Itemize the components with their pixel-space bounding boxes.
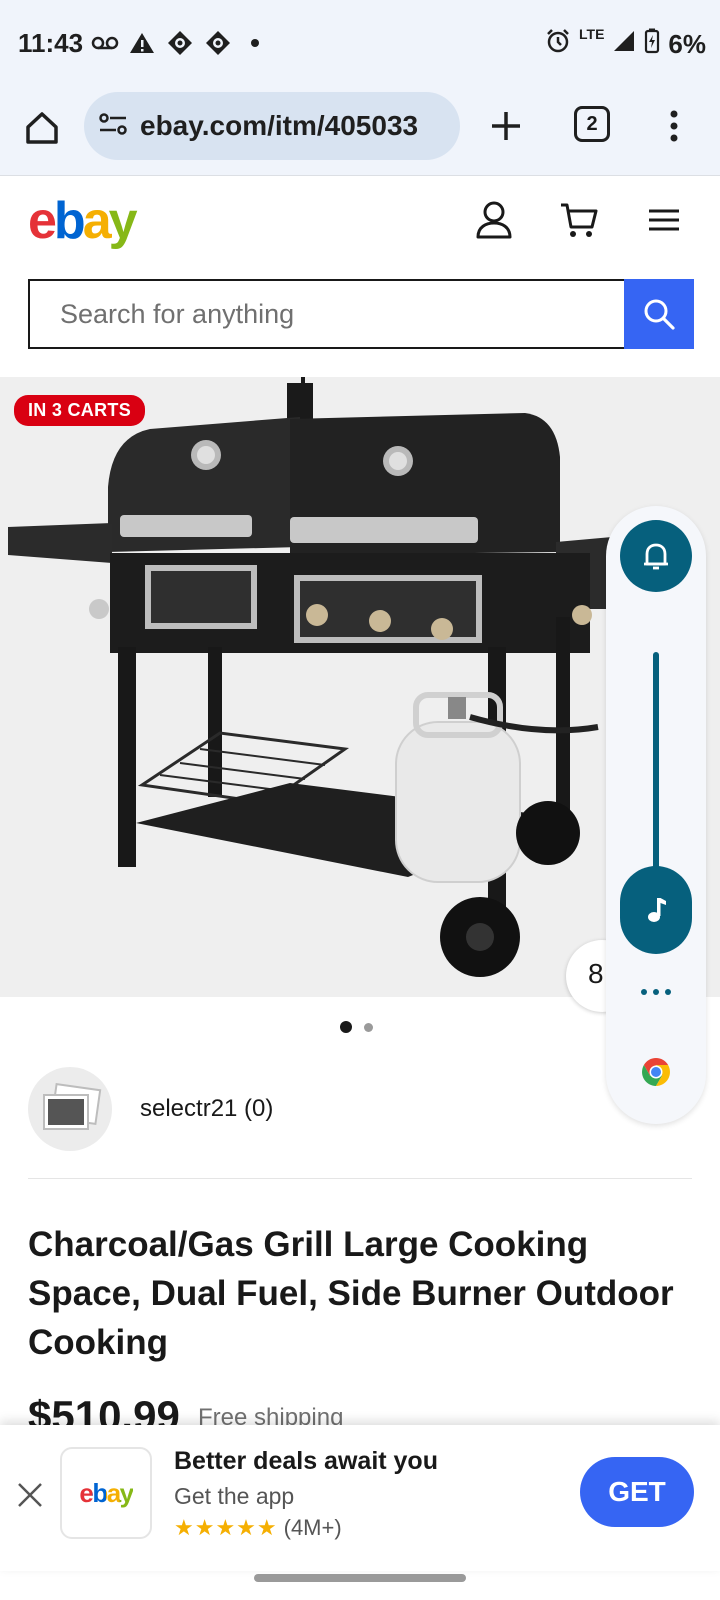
banner-subtitle: Get the app [174, 1483, 295, 1509]
product-title: Charcoal/Gas Grill Large Cooking Space, … [28, 1225, 674, 1362]
app-rating: ★★★★★ (4M+) [174, 1515, 342, 1541]
more-notifications-dot-icon [248, 28, 262, 58]
url-text[interactable]: ebay.com/itm/405033 [140, 110, 418, 142]
menu-button[interactable] [646, 199, 686, 241]
carousel-dot-active[interactable] [340, 1021, 352, 1033]
signal-icon [612, 29, 636, 60]
ring-mode-button[interactable] [620, 520, 692, 592]
dot [653, 989, 659, 995]
home-icon [26, 112, 58, 144]
cart-icon [561, 203, 598, 237]
hamburger-icon [649, 209, 679, 231]
seller-info[interactable]: selectr21 (0) [28, 1067, 692, 1151]
banner-title: Better deals await you [174, 1447, 438, 1475]
cart-button[interactable] [558, 199, 598, 241]
logo-letter: b [53, 192, 86, 250]
app-notification-icon [166, 28, 194, 58]
account-button[interactable] [474, 199, 514, 241]
alarm-icon [545, 28, 571, 61]
more-vert-icon [670, 110, 678, 142]
gesture-home-indicator[interactable] [254, 1574, 466, 1582]
search-bar [28, 279, 694, 349]
app-notification-icon [204, 28, 232, 58]
address-bar[interactable]: ebay.com/itm/405033 [84, 92, 460, 160]
ebay-logo[interactable]: ebay [28, 191, 138, 251]
in-carts-badge: IN 3 CARTS [14, 395, 146, 426]
screen: 11:43 LTE 6% ebay.com/itm/405033 2 ebay … [0, 0, 720, 1600]
site-settings-icon[interactable] [98, 111, 128, 142]
divider [28, 1178, 692, 1179]
new-tab-button[interactable] [486, 106, 526, 146]
image-counter-text: 8 [588, 958, 604, 989]
dot [665, 989, 671, 995]
music-note-icon [648, 898, 666, 922]
search-input[interactable] [28, 279, 624, 349]
carousel-dots [340, 1021, 373, 1033]
site-header: ebay [0, 177, 720, 269]
star-rating-icon: ★★★★★ [174, 1515, 278, 1540]
volume-more-button[interactable] [636, 982, 676, 1002]
app-install-banner: ebay Better deals await you Get the app … [0, 1425, 720, 1571]
tab-switcher-button[interactable]: 2 [574, 106, 610, 142]
logo-letter: y [108, 192, 138, 250]
image-placeholder-icon [43, 1083, 102, 1130]
media-volume-button[interactable] [620, 866, 692, 954]
logo-letter: a [82, 192, 112, 250]
voicemail-icon [90, 28, 120, 58]
browser-toolbar: ebay.com/itm/405033 2 [0, 84, 720, 176]
banner-close-button[interactable] [16, 1481, 44, 1509]
carousel-dot[interactable] [364, 1022, 373, 1032]
ebay-app-icon: ebay [60, 1447, 152, 1539]
dot [641, 989, 647, 995]
battery-icon [644, 28, 660, 61]
status-time: 11:43 [18, 28, 84, 58]
rating-count: (4M+) [283, 1515, 342, 1540]
seller-name[interactable]: selectr21 (0) [140, 1095, 273, 1123]
browser-menu-button[interactable] [664, 106, 684, 146]
close-icon [18, 1483, 42, 1507]
volume-slider[interactable] [653, 652, 659, 882]
network-type: LTE [579, 26, 605, 42]
battery-percent: 6% [668, 29, 706, 59]
seller-avatar[interactable] [28, 1067, 112, 1151]
home-button[interactable] [22, 108, 62, 148]
plus-icon [492, 112, 520, 140]
search-button[interactable] [624, 279, 694, 349]
status-right: LTE 6% [545, 26, 706, 61]
warning-icon [128, 28, 156, 58]
bell-icon [644, 543, 668, 570]
status-bar: 11:43 LTE 6% [0, 0, 720, 84]
volume-panel [606, 506, 706, 1124]
search-icon [644, 299, 675, 330]
user-icon [476, 201, 512, 239]
get-app-button[interactable]: GET [580, 1457, 694, 1527]
app-icon-logo-text: ebay [79, 1477, 134, 1508]
logo-letter: e [28, 192, 57, 250]
